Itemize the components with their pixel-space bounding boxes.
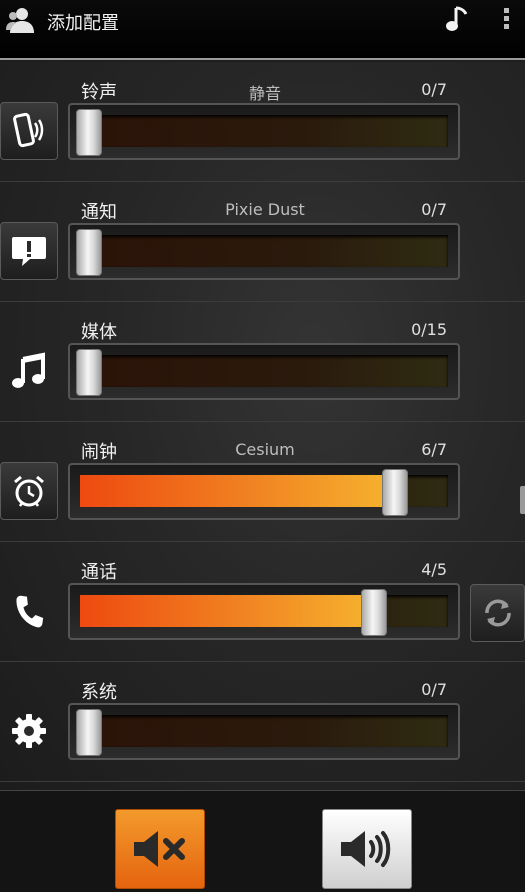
ringtone-row: 铃声 静音 0/7 (0, 62, 525, 182)
slider-track (80, 235, 448, 267)
system-count: 0/7 (421, 680, 447, 699)
alarm-count: 6/7 (421, 440, 447, 459)
media-slider[interactable] (68, 343, 460, 400)
page-title: 添加配置 (47, 13, 119, 34)
slider-thumb[interactable] (76, 709, 102, 756)
notification-row: 通知 Pixie Dust 0/7 (0, 182, 525, 302)
call-icon-wrap (0, 582, 58, 640)
media-icon-wrap (0, 342, 58, 400)
system-label: 系统 (81, 682, 117, 703)
ringtone-mode-button[interactable] (0, 102, 58, 160)
ringtone-count: 0/7 (421, 80, 447, 99)
slider-track (80, 115, 448, 147)
volume-mute-icon (134, 831, 185, 867)
slider-track (80, 355, 448, 387)
call-count: 4/5 (421, 560, 447, 579)
ringtone-slider[interactable] (68, 103, 460, 160)
music-icon (12, 352, 45, 388)
alarm-sound-name[interactable]: Cesium (70, 440, 460, 459)
slider-track (80, 595, 448, 627)
mute-button[interactable] (115, 809, 205, 889)
slider-fill (80, 595, 375, 627)
media-count: 0/15 (411, 320, 447, 339)
volume-up-icon (341, 831, 391, 867)
slider-track (80, 715, 448, 747)
alarm-slider[interactable] (68, 463, 460, 520)
system-slider[interactable] (68, 703, 460, 760)
slider-thumb[interactable] (76, 229, 102, 276)
system-row: 系统 0/7 (0, 662, 525, 782)
notification-sound-name[interactable]: Pixie Dust (70, 200, 460, 219)
notification-count: 0/7 (421, 200, 447, 219)
alarm-mode-button[interactable] (0, 462, 58, 520)
alarm-row: 闹钟 Cesium 6/7 (0, 422, 525, 542)
slider-thumb[interactable] (361, 589, 388, 636)
phone-icon (16, 595, 44, 628)
slider-thumb[interactable] (76, 349, 102, 396)
music-note-icon[interactable] (444, 4, 472, 34)
notification-icon (12, 237, 46, 266)
slider-thumb[interactable] (76, 109, 102, 156)
call-label: 通话 (81, 562, 117, 583)
overflow-menu-icon[interactable] (500, 6, 512, 34)
bottom-bar (0, 790, 525, 892)
slider-thumb[interactable] (382, 469, 409, 516)
media-label: 媒体 (81, 322, 117, 343)
action-bar: 添加配置 (0, 0, 525, 60)
alarm-clock-icon (14, 475, 44, 507)
scroll-edge-indicator (520, 486, 525, 514)
notification-slider[interactable] (68, 223, 460, 280)
sound-on-button[interactable] (322, 809, 412, 889)
call-slider[interactable] (68, 583, 460, 640)
media-row: 媒体 0/15 (0, 302, 525, 422)
sync-button[interactable] (470, 584, 525, 642)
people-icon[interactable] (6, 6, 38, 34)
notification-mode-button[interactable] (0, 222, 58, 280)
call-row: 通话 4/5 (0, 542, 525, 662)
ringtone-sound-name[interactable]: 静音 (70, 80, 460, 104)
slider-fill (80, 475, 396, 507)
system-icon-wrap (0, 702, 58, 760)
volume-list: 铃声 静音 0/7 通知 Pixie Dust 0/7 媒体 0/15 闹钟 C… (0, 62, 525, 790)
sync-icon (484, 599, 511, 627)
phone-vibrate-icon (13, 112, 44, 148)
gear-icon (12, 714, 46, 748)
